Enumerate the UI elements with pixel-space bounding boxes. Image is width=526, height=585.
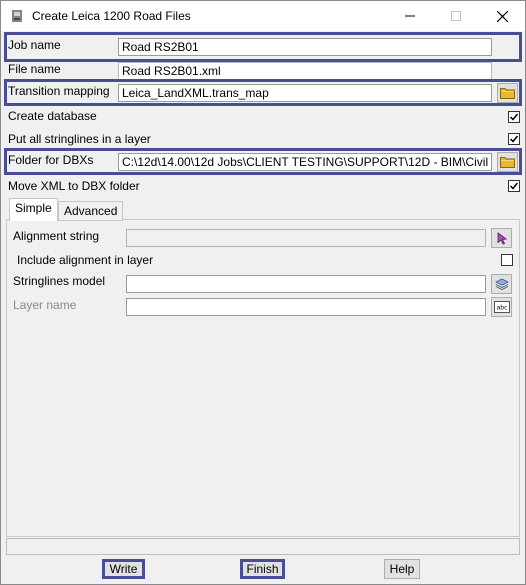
folder-for-dbxs-browse-button[interactable] — [497, 152, 518, 172]
folder-icon — [500, 157, 515, 168]
transition-mapping-input[interactable]: Leica_LandXML.trans_map — [118, 84, 492, 102]
checkmark-icon — [509, 113, 519, 121]
dialog-window: Create Leica 1200 Road Files Job name Ro… — [0, 0, 526, 585]
put-all-stringlines-checkbox[interactable] — [508, 133, 520, 145]
minimize-button[interactable] — [387, 1, 433, 31]
minimize-icon — [405, 15, 415, 17]
close-button[interactable] — [479, 1, 525, 31]
stringlines-model-input[interactable] — [126, 275, 486, 293]
file-name-field[interactable]: Road RS2B01.xml — [118, 62, 492, 80]
layers-icon — [494, 278, 509, 290]
alignment-string-label: Alignment string — [13, 229, 100, 243]
help-button[interactable]: Help — [384, 559, 420, 579]
job-name-label: Job name — [8, 38, 61, 52]
window-title: Create Leica 1200 Road Files — [32, 9, 191, 23]
transition-mapping-label: Transition mapping — [8, 84, 110, 98]
tab-advanced[interactable]: Advanced — [58, 201, 124, 221]
layer-name-input[interactable] — [126, 298, 486, 316]
layer-name-button[interactable]: abc — [491, 297, 512, 317]
create-database-label: Create database — [8, 109, 97, 123]
title-bar: Create Leica 1200 Road Files — [1, 1, 525, 31]
move-xml-checkbox[interactable] — [508, 180, 520, 192]
alignment-string-input[interactable] — [126, 229, 486, 247]
svg-text:abc: abc — [496, 305, 507, 312]
file-name-label: File name — [8, 62, 61, 76]
put-all-stringlines-label: Put all stringlines in a layer — [8, 132, 151, 146]
status-bar — [6, 538, 520, 555]
stringlines-model-button[interactable] — [491, 274, 512, 294]
maximize-button[interactable] — [433, 1, 479, 31]
move-xml-label: Move XML to DBX folder — [8, 179, 140, 193]
folder-icon — [500, 88, 515, 99]
tab-simple[interactable]: Simple — [9, 198, 58, 221]
abc-icon: abc — [493, 301, 510, 313]
stringlines-model-label: Stringlines model — [13, 274, 106, 288]
folder-for-dbxs-input[interactable]: C:\12d\14.00\12d Jobs\CLIENT TESTING\SUP… — [118, 153, 492, 171]
checkmark-icon — [509, 182, 519, 190]
folder-for-dbxs-label: Folder for DBXs — [8, 153, 94, 167]
close-icon — [496, 10, 508, 22]
maximize-icon — [451, 11, 461, 21]
write-button[interactable]: Write — [102, 559, 145, 579]
include-alignment-label: Include alignment in layer — [17, 253, 154, 267]
include-alignment-checkbox[interactable] — [501, 254, 513, 266]
layer-name-label: Layer name — [13, 298, 77, 312]
alignment-pick-button[interactable] — [491, 228, 512, 248]
transition-mapping-browse-button[interactable] — [497, 83, 518, 103]
finish-button[interactable]: Finish — [240, 559, 285, 579]
app-icon — [10, 9, 24, 23]
job-name-input[interactable]: Road RS2B01 — [118, 38, 492, 56]
create-database-checkbox[interactable] — [508, 111, 520, 123]
pick-arrow-icon — [497, 231, 507, 244]
checkmark-icon — [509, 135, 519, 143]
